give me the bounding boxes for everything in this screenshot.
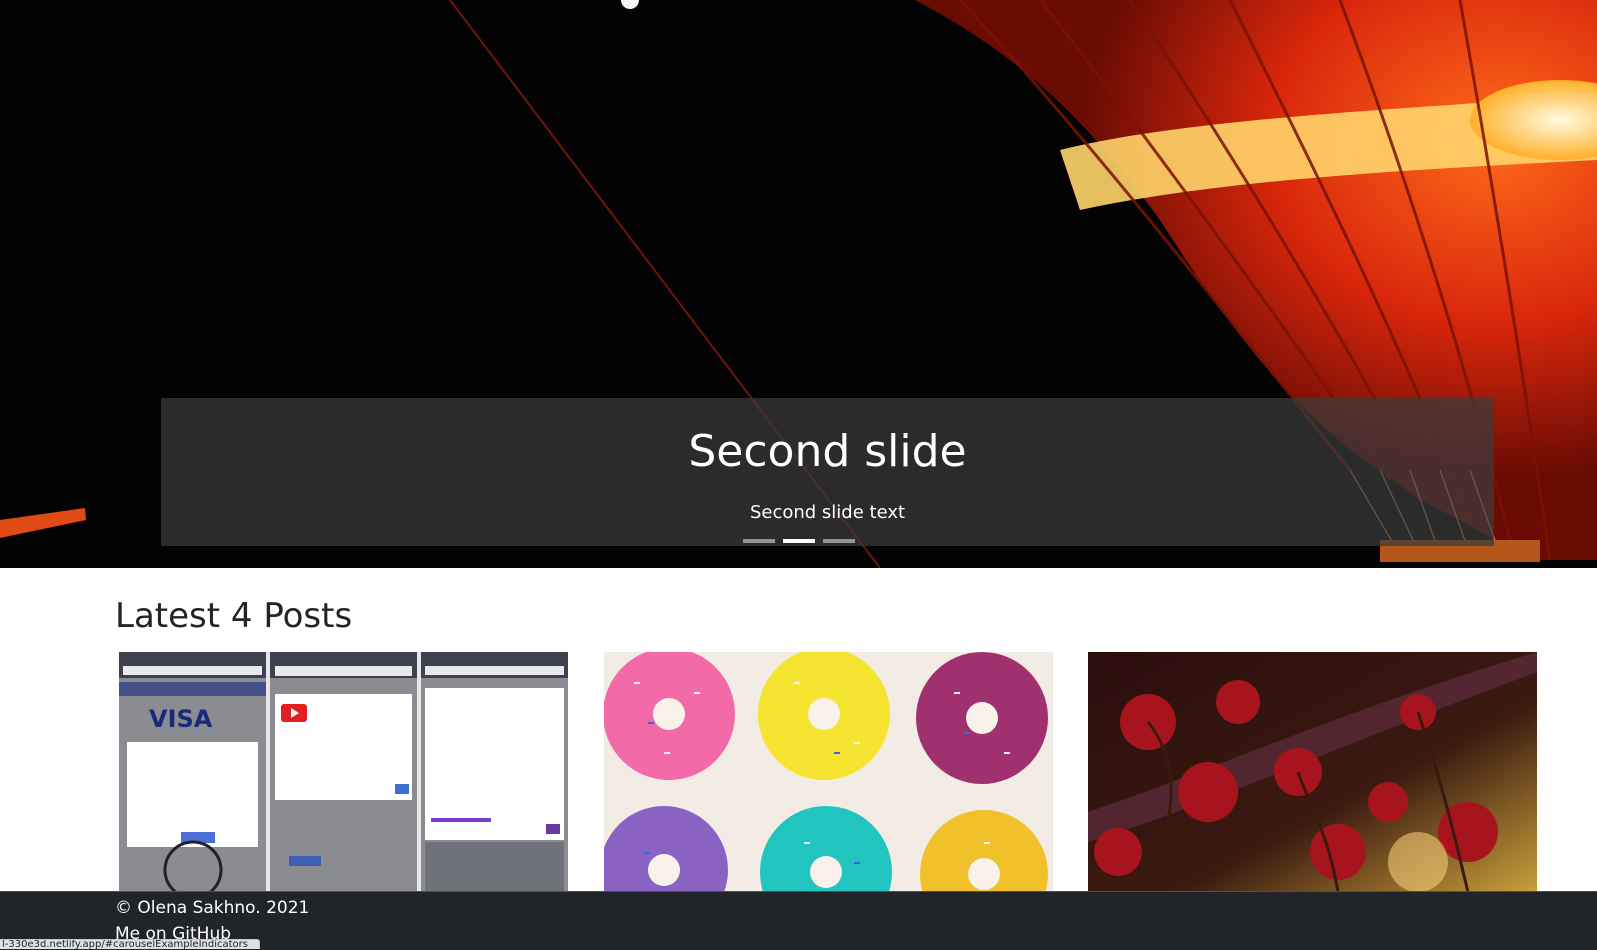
carousel-indicators [0, 537, 1597, 547]
post-card-2[interactable] [604, 652, 1053, 892]
post-image-donuts [604, 652, 1053, 892]
carousel-indicator-1[interactable] [742, 539, 775, 543]
slide-title: Second slide [688, 426, 967, 477]
slide-text: Second slide text [749, 502, 906, 523]
post-card-1[interactable]: VISA [119, 652, 568, 892]
carousel-indicator-2[interactable] [782, 539, 815, 543]
svg-text:VISA: VISA [149, 705, 213, 733]
hero-carousel[interactable]: Second slide Second slide text [0, 0, 1597, 568]
post-card-3[interactable] [1088, 652, 1537, 892]
browser-status-url: l-330e3d.netlify.app/#carouselExampleInd… [0, 939, 260, 949]
carousel-indicator-3[interactable] [822, 539, 855, 543]
footer-copyright: © Olena Sakhno. 2021 [115, 898, 310, 918]
section-title: Latest 4 Posts [115, 596, 353, 636]
carousel-caption: Second slide Second slide text [161, 398, 1494, 546]
post-image-red-flowers [1088, 652, 1537, 892]
post-image-scam-screenshots: VISA [119, 652, 568, 892]
